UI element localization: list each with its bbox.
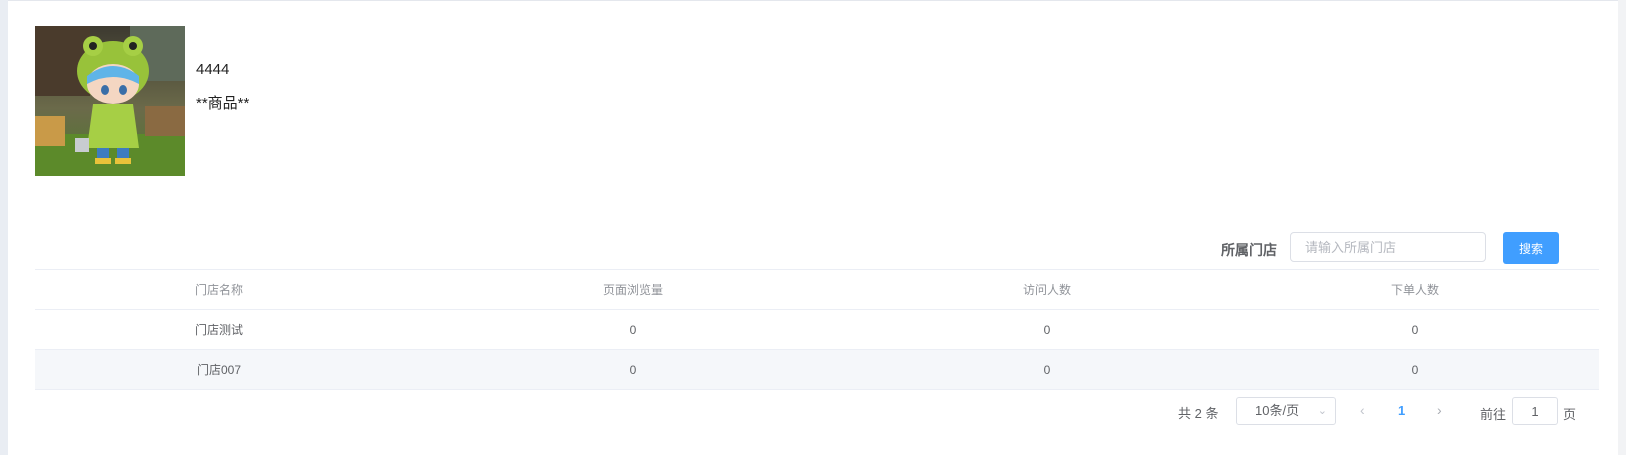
column-header-store-name: 门店名称 [35,269,403,310]
store-stats-table: 门店名称 页面浏览量 访问人数 下单人数 门店测试 0 0 0 门店007 0 … [35,269,1599,390]
right-scroll-edge [1618,0,1626,455]
store-filter-label: 所属门店 [1221,242,1277,258]
cell-visitors: 0 [862,309,1231,350]
table-header-row: 门店名称 页面浏览量 访问人数 下单人数 [35,269,1599,310]
chevron-right-icon[interactable]: › [1437,402,1442,418]
cell-page-views: 0 [403,309,863,350]
cell-orders: 0 [1230,309,1599,350]
search-button[interactable]: 搜索 [1503,232,1559,264]
table-row: 门店007 0 0 0 [35,349,1599,390]
page-size-value: 10条/页 [1255,403,1300,418]
chevron-left-icon[interactable]: ‹ [1360,402,1365,418]
column-header-page-views: 页面浏览量 [403,269,863,310]
goto-page-input[interactable] [1512,397,1558,425]
page-size-select[interactable]: 10条/页 ⌄ [1236,397,1336,425]
top-divider [8,0,1626,1]
table-row: 门店测试 0 0 0 [35,309,1599,350]
column-header-orders: 下单人数 [1230,269,1599,310]
cell-visitors: 0 [862,349,1231,390]
product-card: 4444 **商品** [35,26,249,176]
product-name: **商品** [196,95,250,112]
left-sidebar-edge [0,0,8,455]
cell-page-views: 0 [403,349,863,390]
cell-orders: 0 [1230,349,1599,390]
pagination-total: 共 2 条 [1178,406,1219,421]
product-id: 4444 [196,61,230,78]
cell-store-name: 门店测试 [35,309,403,350]
product-thumbnail [35,26,185,176]
goto-label: 前往 [1480,407,1507,422]
store-search-input[interactable] [1290,232,1486,262]
current-page-number[interactable]: 1 [1398,403,1405,418]
goto-suffix: 页 [1563,407,1577,422]
frog-figure-image-icon [35,26,185,176]
chevron-down-icon: ⌄ [1317,405,1327,417]
cell-store-name: 门店007 [35,349,403,390]
column-header-visitors: 访问人数 [862,269,1231,310]
